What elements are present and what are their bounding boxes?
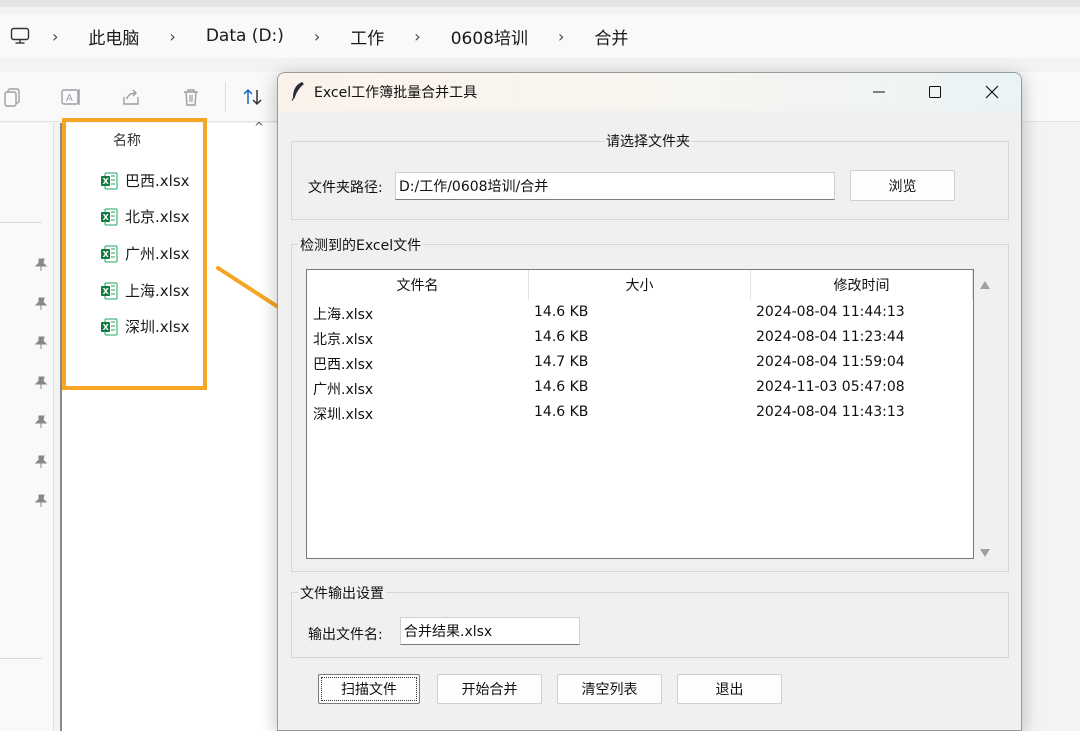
column-header-modified[interactable]: 修改时间 — [751, 270, 973, 300]
cell-modified: 2024-08-04 11:44:13 — [756, 304, 905, 320]
pin-icon[interactable] — [34, 454, 48, 468]
table-row[interactable]: 广州.xlsx 14.6 KB 2024-11-03 05:47:08 — [307, 376, 973, 401]
pin-icon[interactable] — [34, 296, 48, 310]
cell-size: 14.6 KB — [534, 304, 589, 320]
exit-button[interactable]: 退出 — [677, 674, 782, 704]
cell-modified: 2024-08-04 11:43:13 — [756, 404, 905, 420]
folder-path-input[interactable] — [395, 172, 835, 200]
scroll-up-icon[interactable] — [979, 275, 991, 294]
feather-icon — [290, 81, 306, 101]
output-settings-group-title: 文件输出设置 — [298, 583, 386, 603]
breadcrumb-training[interactable]: 0608培训 — [451, 24, 528, 49]
cell-filename: 上海.xlsx — [313, 307, 374, 323]
breadcrumb-data-drive[interactable]: Data (D:) — [206, 26, 284, 46]
pin-icon[interactable] — [34, 257, 48, 271]
merge-tool-dialog: Excel工作簿批量合并工具 请选择文件夹 文件夹路径: 浏览 检测到的Exce… — [277, 72, 1022, 731]
cell-filename: 广州.xlsx — [313, 382, 374, 398]
cell-size: 14.6 KB — [534, 404, 589, 420]
dialog-title: Excel工作簿批量合并工具 — [314, 85, 478, 101]
scan-files-button[interactable]: 扫描文件 — [318, 674, 420, 704]
pin-icon[interactable] — [34, 493, 48, 507]
nav-divider — [0, 222, 42, 223]
cell-modified: 2024-11-03 05:47:08 — [756, 379, 905, 395]
output-filename-label: 输出文件名: — [308, 627, 383, 643]
computer-icon[interactable] — [10, 27, 30, 45]
browse-button[interactable]: 浏览 — [850, 170, 955, 201]
cell-size: 14.6 KB — [534, 379, 589, 395]
close-button[interactable] — [964, 73, 1020, 111]
maximize-button[interactable] — [907, 73, 963, 111]
scroll-down-icon[interactable] — [979, 543, 991, 562]
detected-files-group-title: 检测到的Excel文件 — [298, 235, 424, 255]
svg-text:A: A — [66, 93, 73, 104]
chevron-right-icon: › — [169, 26, 176, 46]
cell-filename: 北京.xlsx — [313, 332, 374, 348]
pin-icon[interactable] — [34, 375, 48, 389]
top-strip — [0, 0, 1080, 7]
cell-modified: 2024-08-04 11:59:04 — [756, 354, 905, 370]
chevron-right-icon: › — [557, 26, 565, 46]
rename-icon[interactable]: A — [60, 86, 82, 108]
cell-filename: 巴西.xlsx — [313, 357, 374, 373]
folder-group-title: 请选择文件夹 — [604, 131, 692, 151]
table-row[interactable]: 上海.xlsx 14.6 KB 2024-08-04 11:44:13 — [307, 301, 973, 326]
title-bar[interactable]: Excel工作簿批量合并工具 — [278, 73, 1021, 111]
chevron-right-icon: › — [52, 26, 59, 46]
folder-path-label: 文件夹路径: — [308, 180, 383, 196]
cell-size: 14.6 KB — [534, 329, 589, 345]
table-scrollbar[interactable] — [976, 269, 994, 559]
sort-icon[interactable] — [242, 86, 264, 108]
file-table[interactable]: 文件名 大小 修改时间 上海.xlsx 14.6 KB 2024-08-04 1… — [306, 269, 974, 559]
navigation-pane — [0, 123, 54, 731]
chevron-right-icon: › — [414, 26, 421, 46]
chevron-right-icon: › — [313, 26, 321, 46]
cell-filename: 深圳.xlsx — [313, 407, 374, 423]
table-row[interactable]: 深圳.xlsx 14.6 KB 2024-08-04 11:43:13 — [307, 401, 973, 426]
output-settings-group — [291, 592, 1009, 658]
breadcrumb-merge[interactable]: 合并 — [594, 24, 628, 49]
pin-icon[interactable] — [34, 335, 48, 349]
highlight-box — [62, 118, 207, 390]
clear-list-button[interactable]: 清空列表 — [557, 674, 662, 704]
column-header-size[interactable]: 大小 — [529, 270, 751, 300]
sort-caret-icon: ^ — [254, 120, 265, 134]
breadcrumb-work[interactable]: 工作 — [350, 24, 384, 49]
address-bar[interactable]: › 此电脑 › Data (D:) › 工作 › 0608培训 › 合并 — [0, 14, 1080, 58]
cell-modified: 2024-08-04 11:23:44 — [756, 329, 905, 345]
nav-divider — [0, 658, 42, 659]
pin-icon[interactable] — [34, 414, 48, 428]
copy-icon[interactable] — [2, 86, 24, 108]
breadcrumb-this-pc[interactable]: 此电脑 — [88, 24, 139, 49]
delete-icon[interactable] — [180, 86, 202, 108]
table-row[interactable]: 北京.xlsx 14.6 KB 2024-08-04 11:23:44 — [307, 326, 973, 351]
toolbar-divider — [225, 82, 226, 112]
cell-size: 14.7 KB — [534, 354, 589, 370]
share-icon[interactable] — [120, 86, 142, 108]
column-header-filename[interactable]: 文件名 — [307, 270, 529, 300]
table-row[interactable]: 巴西.xlsx 14.7 KB 2024-08-04 11:59:04 — [307, 351, 973, 376]
start-merge-button[interactable]: 开始合并 — [437, 674, 542, 704]
minimize-button[interactable] — [851, 73, 907, 111]
output-filename-input[interactable] — [400, 617, 580, 645]
